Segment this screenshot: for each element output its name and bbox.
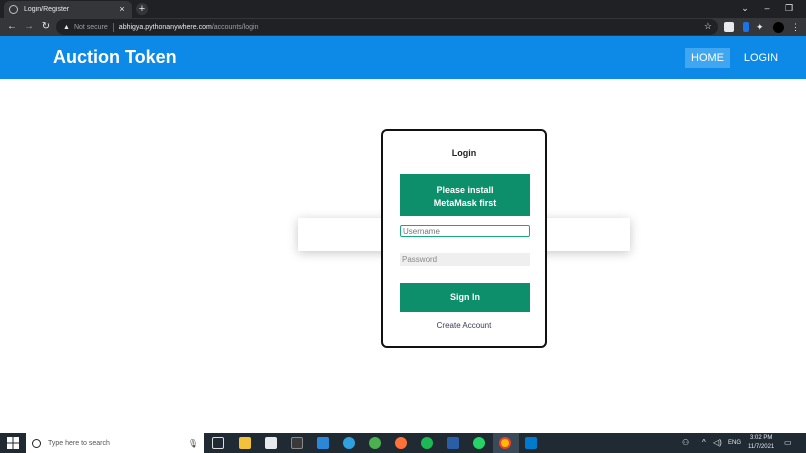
chrome-icon[interactable] — [499, 437, 511, 449]
firefox-icon[interactable] — [395, 437, 407, 449]
tab-title: Login/Register — [24, 6, 70, 13]
warning-triangle-icon[interactable]: ▲ — [63, 24, 70, 31]
profile-avatar[interactable] — [773, 22, 784, 33]
minimize-button[interactable]: – — [756, 0, 778, 18]
browser-toolbar: ← → ↻ ▲ Not secure abhigya.pythonanywher… — [0, 18, 806, 36]
whatsapp-icon[interactable] — [473, 437, 485, 449]
task-view-icon[interactable] — [212, 437, 224, 449]
url-host: abhigya.pythonanywhere.com — [118, 23, 212, 31]
site-brand[interactable]: Auction Token — [53, 47, 177, 68]
nav-home-link[interactable]: HOME — [685, 48, 730, 68]
address-bar[interactable]: ▲ Not secure abhigya.pythonanywhere.com /… — [56, 19, 718, 35]
browser-tab[interactable]: Login/Register × — [4, 1, 132, 18]
address-divider — [112, 22, 114, 32]
browser-tab-strip: Login/Register × + ⌄ – ❐ ✕ — [0, 0, 806, 18]
star-icon[interactable]: ☆ — [704, 21, 712, 32]
clock-date[interactable]: 11/7/2021 — [748, 444, 774, 450]
store-icon[interactable] — [265, 437, 277, 449]
login-title: Login — [451, 148, 477, 158]
microphone-icon[interactable]: 🎙 — [188, 439, 198, 448]
cortana-icon — [32, 438, 41, 448]
globe-icon — [9, 5, 18, 14]
spotify-icon[interactable] — [421, 437, 433, 449]
tab-close-icon[interactable]: × — [117, 5, 127, 14]
url-path: /accounts/login — [211, 23, 259, 31]
notion-icon[interactable] — [291, 437, 303, 449]
mail-icon[interactable] — [317, 437, 329, 449]
menu-dots-icon[interactable]: ⋮ — [791, 22, 801, 32]
edge-icon[interactable] — [343, 437, 355, 449]
qr-icon[interactable] — [724, 22, 734, 32]
windows-taskbar: Type here to search 🎙 ⚇ ^ ◁) ENG 3:02 PM… — [0, 433, 806, 453]
password-input[interactable]: Password — [400, 253, 530, 266]
new-tab-button[interactable]: + — [136, 3, 148, 15]
tray-chevron-icon[interactable]: ^ — [702, 438, 706, 447]
tab-search-icon[interactable]: ⌄ — [734, 0, 756, 18]
nav-login-link[interactable]: LOGIN — [741, 48, 781, 68]
volume-icon[interactable]: ◁) — [713, 438, 722, 447]
vpn-icon[interactable] — [369, 437, 381, 449]
clock-time[interactable]: 3:02 PM — [750, 435, 772, 441]
username-input[interactable] — [400, 225, 530, 237]
create-account-link[interactable]: Create Account — [383, 321, 545, 330]
install-metamask-button[interactable]: Please install MetaMask first — [400, 174, 530, 216]
login-card: Login Please install MetaMask first Pass… — [381, 129, 547, 348]
security-label[interactable]: Not secure — [74, 24, 108, 31]
file-explorer-icon[interactable] — [239, 437, 251, 449]
metamask-line-2: MetaMask first — [433, 198, 497, 208]
windows-start-icon[interactable] — [7, 437, 19, 449]
taskbar-search-box[interactable]: Type here to search 🎙 — [26, 433, 204, 453]
taskbar-search-placeholder: Type here to search — [48, 439, 110, 447]
clipboard-icon[interactable] — [743, 22, 749, 32]
powershell-icon[interactable] — [447, 437, 459, 449]
restore-button[interactable]: ❐ — [778, 0, 800, 18]
language-indicator[interactable]: ENG — [728, 440, 741, 446]
reload-button[interactable]: ↻ — [39, 20, 53, 34]
forward-button[interactable]: → — [22, 20, 36, 34]
vscode-icon[interactable] — [525, 437, 537, 449]
puzzle-icon[interactable]: ✦ — [756, 22, 766, 32]
metamask-line-1: Please install — [436, 185, 494, 195]
site-navbar: Auction Token HOME LOGIN — [0, 36, 806, 79]
people-icon[interactable]: ⚇ — [682, 438, 689, 447]
sign-in-button[interactable]: Sign In — [400, 283, 530, 312]
back-button[interactable]: ← — [5, 20, 19, 34]
notifications-icon[interactable]: ▭ — [784, 438, 792, 447]
